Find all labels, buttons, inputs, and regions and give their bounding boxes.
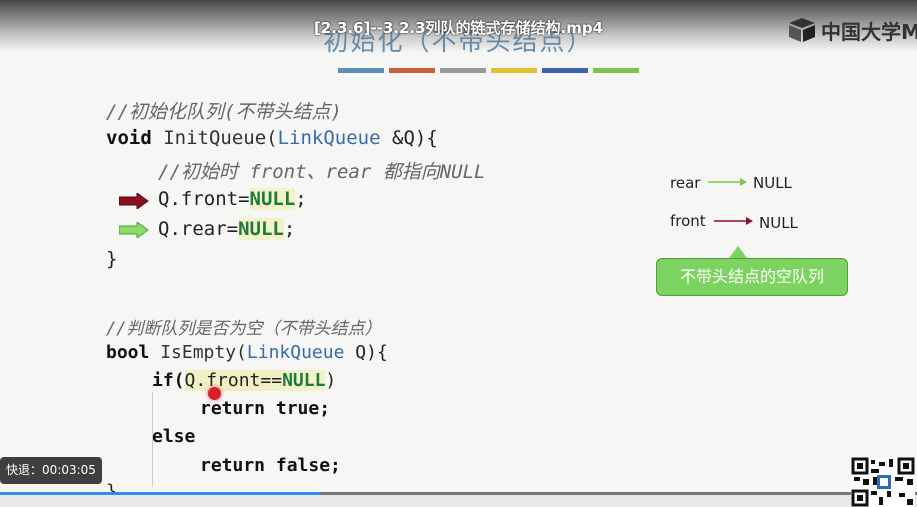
bubble-tail	[729, 246, 747, 258]
front-label: front	[670, 212, 706, 230]
type-linkqueue: LinkQueue	[277, 127, 381, 149]
code-line-return-true: return true;	[200, 398, 330, 419]
semicolon: ;	[295, 188, 307, 210]
color-bar-3	[440, 68, 486, 73]
code-line-isempty: bool IsEmpty(LinkQueue Q){	[106, 342, 388, 363]
code-line-rear-null: Q.rear=NULL;	[158, 218, 295, 240]
null-keyword: NULL	[282, 370, 326, 391]
qr-code-icon	[851, 457, 915, 507]
kw-return: return	[200, 398, 266, 419]
rear-null: NULL	[753, 174, 792, 192]
green-arrow-icon	[119, 222, 149, 238]
null-keyword: NULL	[238, 218, 284, 240]
rewind-indicator: 快退：00:03:05	[0, 457, 102, 484]
logo-text: 中国大学M	[821, 20, 917, 44]
mooc-logo: 中国大学M	[787, 16, 917, 44]
value-true: true;	[265, 398, 331, 419]
red-arrow-icon	[119, 193, 149, 209]
front-compare: Q.front==	[184, 370, 283, 391]
front-null: NULL	[759, 214, 798, 232]
rear-label: rear	[670, 174, 701, 192]
code-line-front-null: Q.front=NULL;	[158, 188, 307, 210]
param-q: Q){	[344, 342, 388, 363]
indent-guide	[152, 392, 153, 487]
color-bar-2	[389, 68, 435, 73]
kw-if: if(	[152, 370, 185, 391]
mooc-logo-icon	[789, 18, 815, 42]
front-arrow-icon	[714, 217, 753, 225]
progress-bar[interactable]	[0, 492, 917, 495]
video-title: [2.3.6]--3.2.3列队的链式存储结构.mp4	[313, 19, 604, 37]
kw-return: return	[200, 455, 266, 476]
type-linkqueue: LinkQueue	[246, 342, 345, 363]
null-keyword: NULL	[249, 188, 296, 210]
code-line-return-false: return false;	[200, 455, 341, 476]
code-comment-init: //初始化队列(不带头结点)	[106, 101, 342, 123]
progress-fill	[0, 492, 321, 495]
empty-queue-callout: 不带头结点的空队列	[656, 258, 848, 296]
code-comment-null: //初始时 front、rear 都指向NULL	[158, 161, 486, 183]
semicolon: ;	[283, 218, 296, 240]
code-comment-isempty: //判断队列是否为空（不带头结点）	[106, 319, 382, 339]
slide: 初始化（不带头结点） //初始化队列(不带头结点) void InitQueue…	[0, 0, 917, 507]
param-q: &Q){	[380, 127, 438, 149]
kw-void: void	[106, 127, 152, 149]
front-assign: Q.front=	[158, 188, 250, 210]
laser-pointer	[208, 387, 221, 400]
value-false: false;	[265, 455, 341, 476]
rear-arrow-icon	[708, 178, 747, 186]
kw-bool: bool	[106, 342, 150, 363]
title-color-bars	[338, 68, 639, 73]
code-close-brace: }	[106, 248, 118, 270]
player-bottom-strip	[0, 495, 917, 507]
color-bar-5	[542, 68, 588, 73]
fn-isempty: IsEmpty(	[149, 342, 247, 363]
code-line-initqueue: void InitQueue(LinkQueue &Q){	[106, 127, 438, 149]
fn-initqueue: InitQueue(	[151, 127, 278, 149]
color-bar-4	[491, 68, 537, 73]
rear-assign: Q.rear=	[158, 218, 239, 240]
close-paren: )	[325, 370, 337, 391]
code-line-else: else	[152, 426, 196, 447]
color-bar-6	[593, 68, 639, 73]
code-line-if: if(Q.front==NULL)	[152, 370, 336, 391]
color-bar-1	[338, 68, 384, 73]
